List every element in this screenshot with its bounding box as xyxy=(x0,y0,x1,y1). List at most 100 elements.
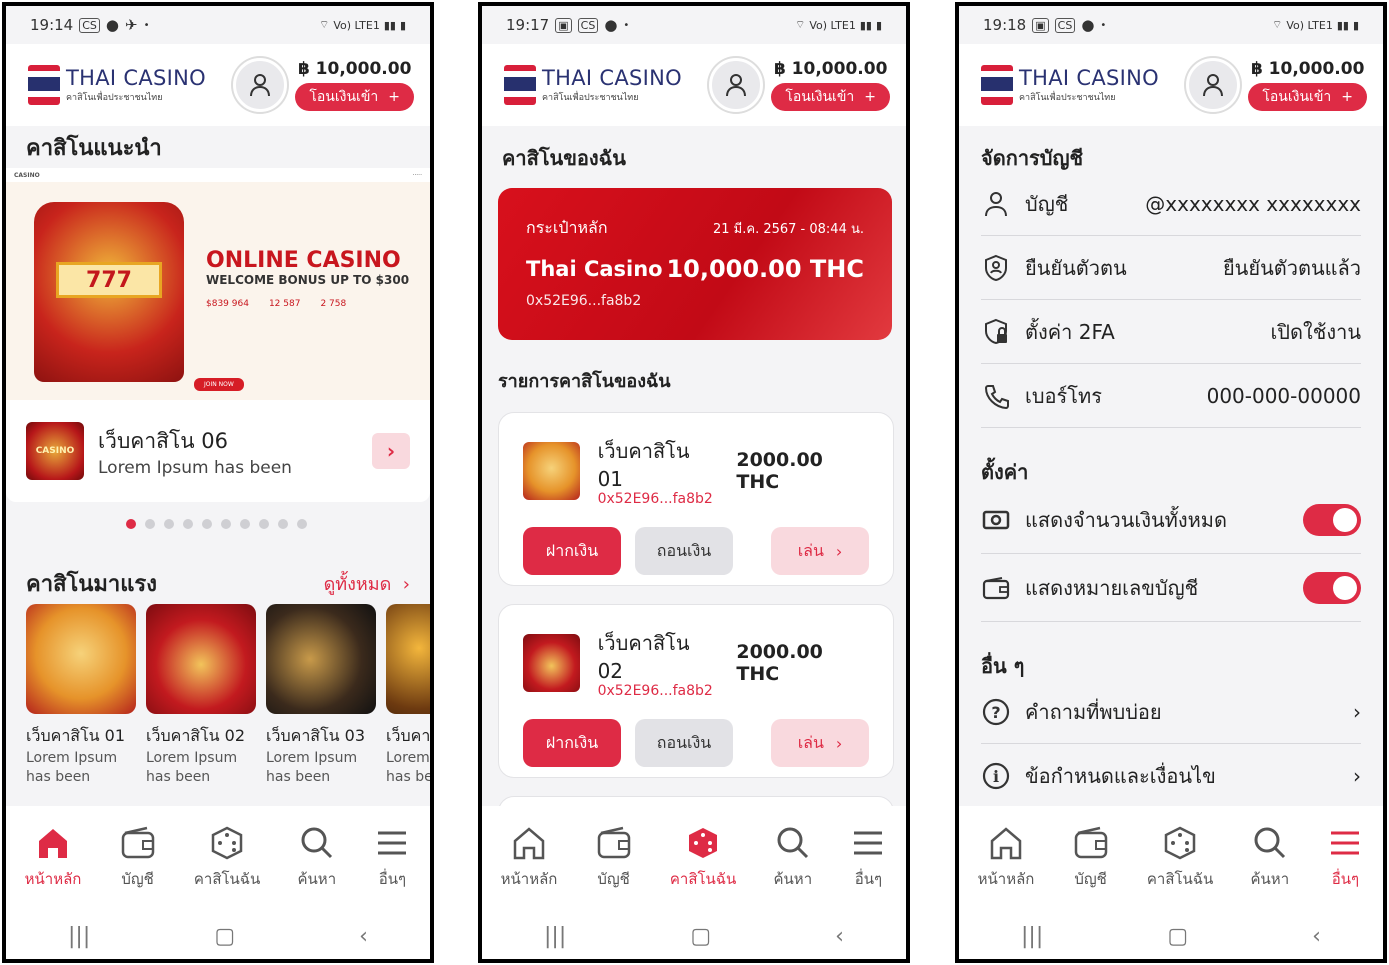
home-button-icon[interactable]: ▢ xyxy=(690,924,711,949)
nav-mycasino[interactable]: คาสิโนฉัน xyxy=(194,825,260,891)
withdraw-button[interactable]: ถอนเงิน xyxy=(635,527,733,575)
main-wallet-card[interactable]: กระเป๋าหลัก 21 มี.ค. 2567 - 08:44 น. Tha… xyxy=(498,188,892,340)
play-button[interactable]: เล่น › xyxy=(771,719,869,767)
back-icon[interactable]: ‹ xyxy=(1312,924,1321,949)
brand-logo[interactable]: THAI CASINO คาสิโนเพื่อประชาชนไทย xyxy=(981,65,1159,105)
phone-row[interactable]: เบอร์โทร 000-000-00000 xyxy=(981,364,1361,428)
game-card[interactable]: เว็บคาสิโน 02 Lorem Ipsum has been xyxy=(146,604,256,787)
featured-subtitle: Lorem Ipsum has been xyxy=(98,457,292,478)
promo-banner[interactable]: CASINO ····· 777 ONLINE CASINO WELCOME BO… xyxy=(6,168,430,400)
recent-apps-icon[interactable]: ||| xyxy=(1021,924,1043,949)
account-row[interactable]: บัญชี @xxxxxxxx xxxxxxxx xyxy=(981,172,1361,236)
recent-apps-icon[interactable]: ||| xyxy=(68,924,90,949)
nav-search[interactable]: ค้นหา xyxy=(1251,825,1289,891)
deposit-button[interactable]: โอนเงินเข้า + xyxy=(771,83,890,111)
twofa-row[interactable]: ตั้งค่า 2FA เปิดใช้งาน xyxy=(981,300,1361,364)
casino-item-value: 2000.00 THC xyxy=(736,449,823,493)
game-desc: Lorem Ipsum has been xyxy=(26,750,118,785)
status-bar: 19:14 CS ● ✈ • ⌔ Vo) LTE1 ▮▮ ▮ xyxy=(6,6,430,44)
see-all-label: ดูทั้งหมด xyxy=(323,574,392,595)
nav-mycasino[interactable]: คาสิโนฉัน xyxy=(670,825,736,891)
show-balance-toggle[interactable] xyxy=(1303,503,1361,536)
carousel-dot[interactable] xyxy=(145,519,155,529)
question-circle-icon: ? xyxy=(981,697,1011,727)
home-button-icon[interactable]: ▢ xyxy=(1167,924,1188,949)
nav-account-label: บัญชี xyxy=(597,870,630,888)
nav-home[interactable]: หน้าหลัก xyxy=(501,825,557,891)
carousel-dot[interactable] xyxy=(297,519,307,529)
info-circle-icon: i xyxy=(981,761,1011,791)
verify-row[interactable]: ยืนยันตัวตน ยืนยันตัวตนแล้ว xyxy=(981,236,1361,300)
wallet-label: กระเป๋าหลัก xyxy=(526,218,608,237)
chevron-right-icon: › xyxy=(1353,764,1361,788)
deposit-button[interactable]: โอนเงินเข้า + xyxy=(295,83,414,111)
featured-casino-card[interactable]: CASINO เว็บคาสิโน 06 Lorem Ipsum has bee… xyxy=(6,400,430,502)
avatar[interactable] xyxy=(709,58,764,112)
faq-row[interactable]: ? คำถามที่พบบ่อย › xyxy=(981,680,1361,744)
deposit-button[interactable]: ฝากเงิน xyxy=(523,719,621,767)
game-card[interactable]: เว็บคาสิ Lorem has be xyxy=(386,604,430,787)
chevron-right-icon[interactable]: › xyxy=(372,433,410,469)
phone-value: 000-000-00000 xyxy=(1206,383,1361,408)
carousel-dot[interactable] xyxy=(240,519,250,529)
nav-account[interactable]: บัญชี xyxy=(1072,825,1110,891)
svg-text:i: i xyxy=(993,767,999,786)
game-desc: Lorem Ipsum has been xyxy=(146,750,238,785)
deposit-button[interactable]: โอนเงินเข้า + xyxy=(1248,83,1367,111)
account-value: @xxxxxxxx xxxxxxxx xyxy=(1145,191,1361,216)
nav-mycasino[interactable]: คาสิโนฉัน xyxy=(1147,825,1213,891)
nav-account[interactable]: บัญชี xyxy=(119,825,157,891)
nav-home[interactable]: หน้าหลัก xyxy=(25,825,81,891)
game-card[interactable]: เว็บคาสิโน 01 Lorem Ipsum has been xyxy=(26,604,136,787)
brand-name: THAI CASINO xyxy=(1019,66,1159,90)
brand-logo[interactable]: THAI CASINO คาสิโนเพื่อประชาชนไทย xyxy=(28,65,206,105)
join-now-button[interactable]: JOIN NOW xyxy=(194,378,244,391)
avatar[interactable] xyxy=(1186,58,1241,112)
back-icon[interactable]: ‹ xyxy=(835,924,844,949)
app-header: THAI CASINO คาสิโนเพื่อประชาชนไทย ฿ 10,0… xyxy=(482,44,906,126)
nav-more[interactable]: อื่นๆ xyxy=(1326,825,1364,891)
account-settings-list: บัญชี @xxxxxxxx xxxxxxxx ยืนยันตัวตน ยืน… xyxy=(981,172,1361,428)
bottom-nav: หน้าหลัก บัญชี คาสิโนฉัน ค้นหา อื่นๆ xyxy=(482,806,906,906)
user-icon xyxy=(250,74,271,97)
terms-row[interactable]: i ข้อกำหนดและเงื่อนไข › xyxy=(981,744,1361,808)
nav-home[interactable]: หน้าหลัก xyxy=(978,825,1034,891)
shield-user-icon xyxy=(981,253,1011,283)
carousel-dot[interactable] xyxy=(126,519,136,529)
deposit-button[interactable]: ฝากเงิน xyxy=(523,527,621,575)
settings-title: ตั้งค่า xyxy=(981,460,1029,484)
carousel-dot[interactable] xyxy=(183,519,193,529)
carousel-dot[interactable] xyxy=(164,519,174,529)
featured-title: เว็บคาสิโน 06 xyxy=(98,428,228,453)
image-icon: ▣ xyxy=(555,17,572,33)
carousel-dot[interactable] xyxy=(221,519,231,529)
nav-more[interactable]: อื่นๆ xyxy=(373,825,411,891)
show-account-no-toggle[interactable] xyxy=(1303,571,1361,604)
game-card[interactable]: เว็บคาสิโน 03 Lorem Ipsum has been xyxy=(266,604,376,787)
home-button-icon[interactable]: ▢ xyxy=(214,924,235,949)
nav-account[interactable]: บัญชี xyxy=(595,825,633,891)
carousel-dot[interactable] xyxy=(259,519,269,529)
recent-apps-icon[interactable]: ||| xyxy=(544,924,566,949)
game-image xyxy=(146,604,256,714)
see-all-link[interactable]: ดูทั้งหมด › xyxy=(324,569,410,598)
play-button[interactable]: เล่น › xyxy=(771,527,869,575)
thai-flag-icon xyxy=(981,65,1013,105)
carousel-dot[interactable] xyxy=(278,519,288,529)
nav-search-label: ค้นหา xyxy=(773,870,813,888)
game-image xyxy=(386,604,430,714)
nav-search[interactable]: ค้นหา xyxy=(773,825,813,891)
back-icon[interactable]: ‹ xyxy=(359,924,368,949)
nav-more[interactable]: อื่นๆ xyxy=(849,825,887,891)
nav-search[interactable]: ค้นหา xyxy=(297,825,337,891)
nav-search-label: ค้นหา xyxy=(297,870,337,888)
balance-amount: ฿ 10,000.00 xyxy=(297,59,412,79)
show-balance-row: แสดงจำนวนเงินทั้งหมด xyxy=(981,486,1361,554)
brand-logo[interactable]: THAI CASINO คาสิโนเพื่อประชาชนไทย xyxy=(504,65,682,105)
carousel-dot[interactable] xyxy=(202,519,212,529)
balance-amount: ฿ 10,000.00 xyxy=(773,59,888,79)
withdraw-button[interactable]: ถอนเงิน xyxy=(635,719,733,767)
thai-flag-icon xyxy=(28,65,60,105)
avatar[interactable] xyxy=(233,58,288,112)
verify-value: ยืนยันตัวตนแล้ว xyxy=(1222,255,1361,280)
